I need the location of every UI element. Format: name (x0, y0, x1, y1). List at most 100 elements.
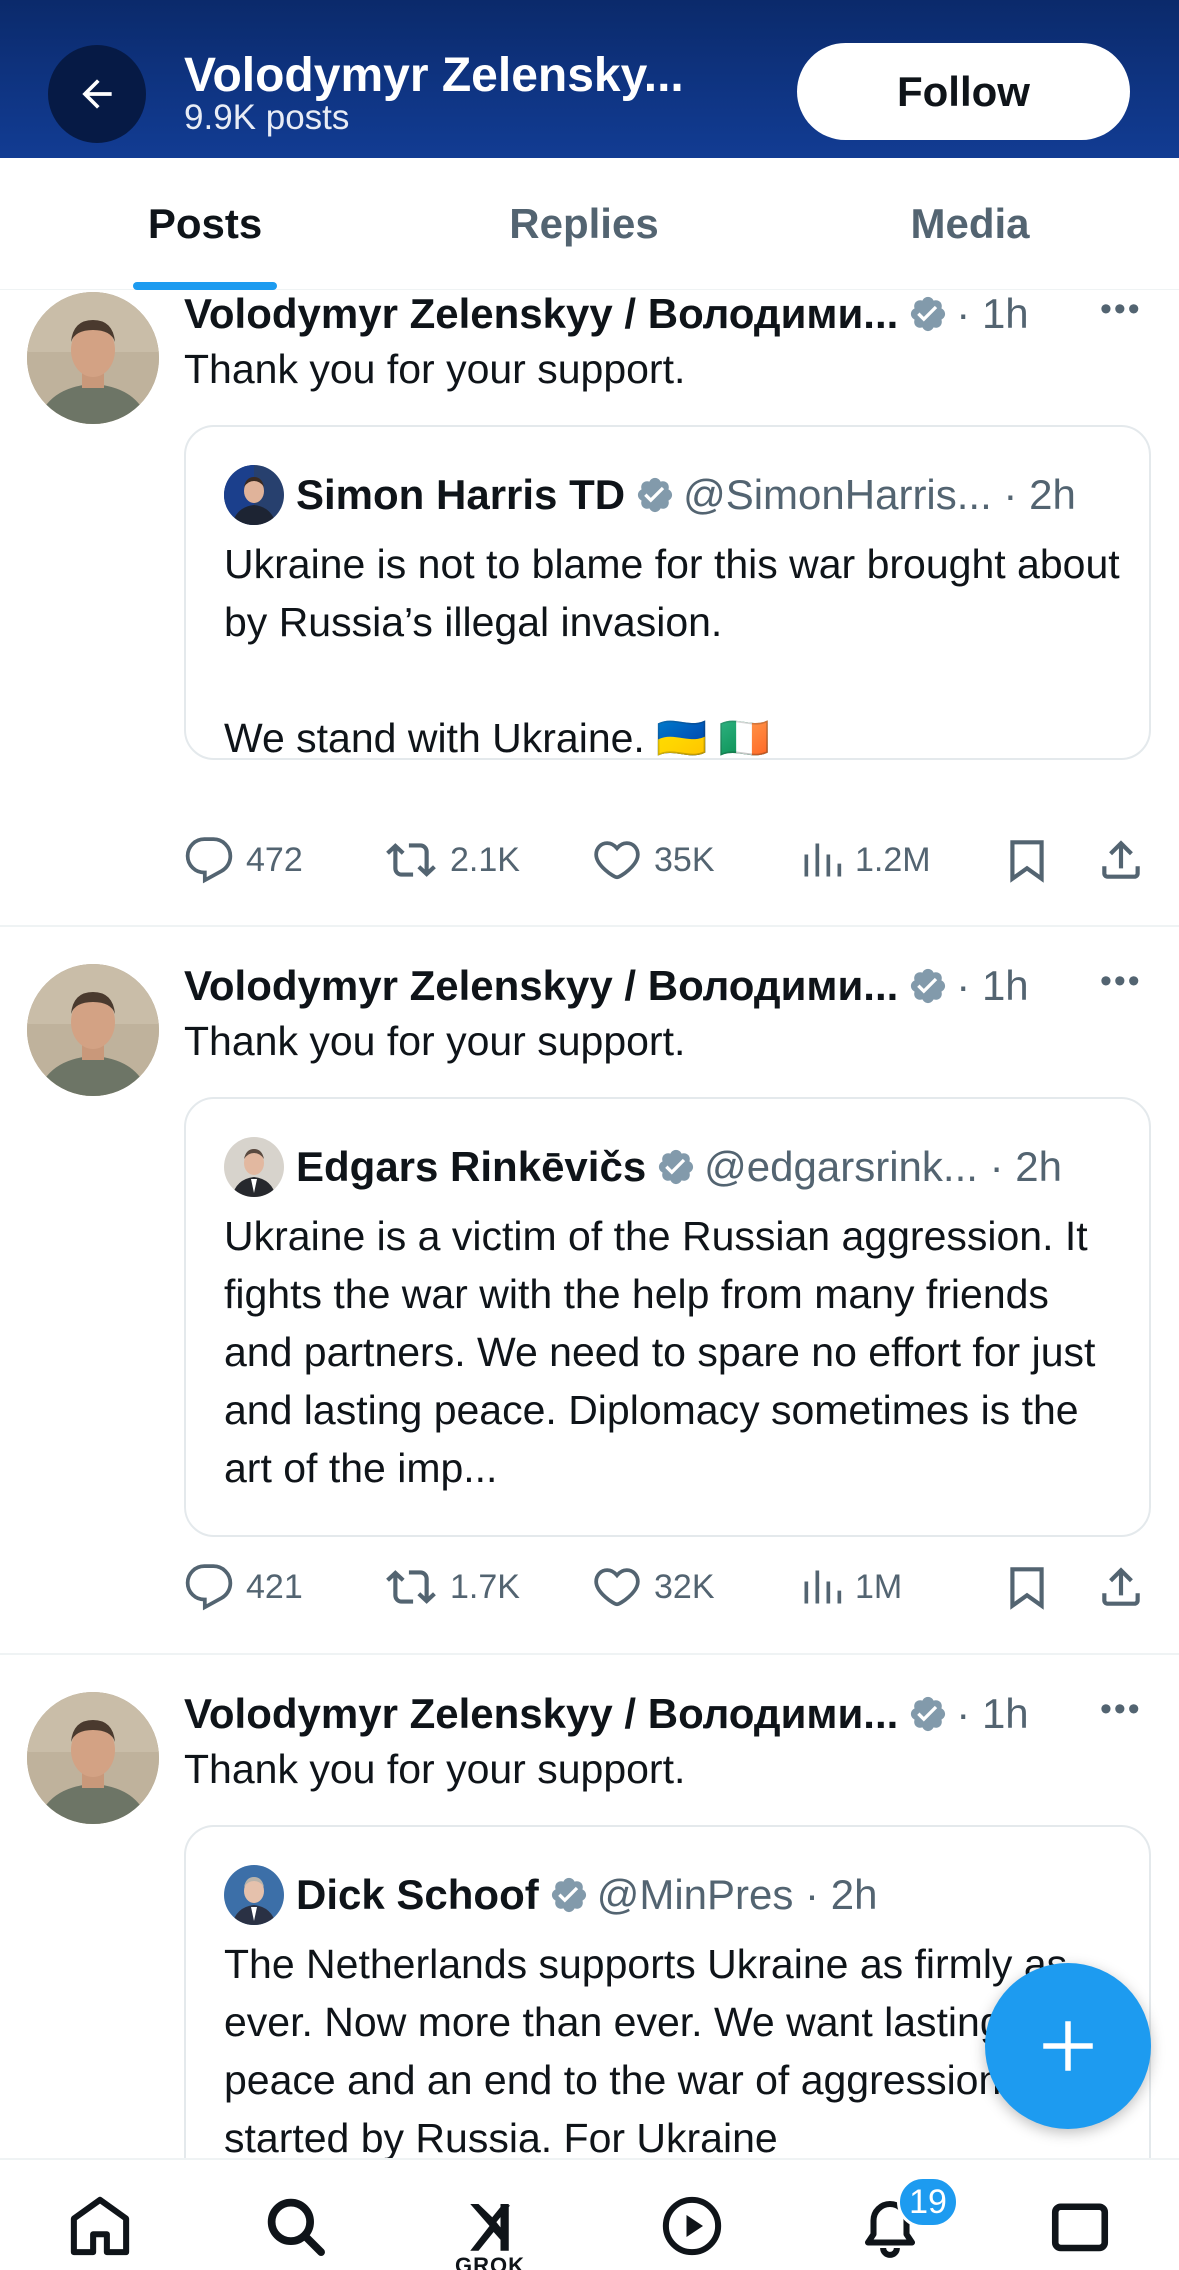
like-count: 35K (654, 840, 715, 879)
play-icon (662, 2196, 722, 2256)
avatar[interactable] (27, 292, 159, 424)
repost-icon (386, 843, 436, 877)
bookmark-button[interactable] (1002, 830, 1064, 890)
share-button[interactable] (1096, 830, 1158, 890)
author-name[interactable]: Volodymyr Zelenskyy / Володими... (184, 962, 898, 1010)
more-icon[interactable]: ••• (1100, 1690, 1142, 1729)
post-author-line: Volodymyr Zelenskyy / Володими... · 1h (184, 290, 1029, 338)
verified-badge-icon (911, 968, 946, 1004)
author-name[interactable]: Volodymyr Zelenskyy / Володими... (184, 290, 898, 338)
quote-author-name: Dick Schoof (296, 1871, 539, 1918)
reply-button[interactable]: 472 (184, 830, 303, 890)
post-divider (0, 1653, 1179, 1655)
post-text: Thank you for your support. (184, 1746, 686, 1792)
compose-button[interactable] (985, 1963, 1151, 2129)
verified-badge-icon (637, 477, 673, 513)
verified-badge-icon (659, 1149, 694, 1185)
post-text: Thank you for your support. (184, 346, 686, 392)
quote-header: Dick Schoof @MinPres · 2h (224, 1865, 877, 1925)
bookmark-icon (1010, 840, 1044, 883)
more-icon[interactable]: ••• (1100, 962, 1142, 1001)
nav-search[interactable] (255, 2186, 335, 2266)
quote-text: Ukraine is not to blame for this war bro… (224, 541, 1120, 760)
back-button[interactable] (48, 45, 146, 143)
search-icon (267, 2198, 325, 2256)
quote-author-name: Simon Harris TD (296, 471, 626, 518)
bookmark-icon (1010, 1567, 1044, 1610)
like-count: 32K (654, 1567, 715, 1606)
quote-handle: @SimonHarris... (683, 471, 992, 518)
reply-icon (185, 837, 233, 884)
tab-posts[interactable]: Posts (0, 158, 410, 290)
more-icon[interactable]: ••• (1100, 290, 1142, 329)
quote-time: 2h (830, 1871, 878, 1918)
bottom-navigation (0, 2158, 1179, 2270)
home-icon (70, 2196, 130, 2256)
reply-count: 472 (246, 840, 303, 879)
post-author-line: Volodymyr Zelenskyy / Володими... · 1h (184, 962, 1029, 1010)
reply-count: 421 (246, 1567, 303, 1606)
repost-icon (386, 1570, 436, 1604)
bookmark-button[interactable] (1002, 1557, 1064, 1617)
profile-tabs: Posts Replies Media (0, 158, 1179, 290)
nav-home[interactable] (60, 2186, 140, 2266)
quote-handle: @edgarsrink... (704, 1143, 978, 1190)
views-button[interactable]: 1M (799, 1557, 902, 1617)
back-arrow-icon (82, 79, 112, 109)
share-icon (1102, 840, 1140, 879)
like-icon (594, 1568, 640, 1607)
post-time: 1h (981, 1690, 1029, 1737)
nav-messages[interactable] (1040, 2186, 1120, 2266)
quote-handle: @MinPres (596, 1871, 794, 1918)
views-button[interactable]: 1.2M (799, 830, 931, 890)
avatar[interactable] (27, 1692, 159, 1824)
views-icon (804, 843, 842, 877)
quote-avatar (224, 465, 284, 525)
quote-author-name: Edgars Rinkēvičs (296, 1143, 647, 1190)
author-name[interactable]: Volodymyr Zelenskyy / Володими... (184, 1690, 898, 1738)
notifications-badge: 19 (897, 2176, 959, 2228)
post-text: Thank you for your support. (184, 1018, 686, 1064)
views-icon (804, 1570, 842, 1604)
avatar[interactable] (27, 964, 159, 1096)
post[interactable]: Volodymyr Zelenskyy / Володими... · 1h •… (0, 290, 1179, 925)
quote-time: 2h (1029, 471, 1076, 518)
messages-icon (1051, 2203, 1109, 2252)
tab-media[interactable]: Media (780, 158, 1160, 290)
post-actions: 472 2.1K 35K 1.2M (184, 830, 1154, 890)
profile-header: Volodymyr Zelensky... 9.9K posts Follow (0, 0, 1179, 158)
active-tab-indicator (133, 282, 277, 290)
follow-button[interactable]: Follow (797, 43, 1130, 140)
nav-video[interactable] (652, 2186, 732, 2266)
tab-replies[interactable]: Replies (395, 158, 773, 290)
post[interactable]: Volodymyr Zelenskyy / Володими... · 1h •… (0, 962, 1179, 1652)
quoted-post[interactable]: Edgars Rinkēvičs @edgarsrink... · 2h Ukr… (184, 1097, 1151, 1537)
verified-badge-icon (551, 1877, 586, 1913)
repost-button[interactable]: 1.7K (384, 1557, 520, 1617)
quote-avatar (224, 1137, 284, 1197)
posts-count: 9.9K posts (184, 98, 350, 137)
share-icon (1102, 1567, 1140, 1606)
views-count: 1M (855, 1567, 903, 1606)
repost-button[interactable]: 2.1K (384, 830, 520, 890)
verified-badge-icon (911, 1696, 946, 1732)
views-count: 1.2M (855, 840, 931, 879)
compose-plus-icon (1043, 2021, 1093, 2071)
grok-label: GROK (455, 2253, 525, 2270)
like-icon (594, 841, 640, 880)
like-button[interactable]: 35K (592, 830, 715, 890)
repost-count: 1.7K (450, 1567, 520, 1606)
post-actions: 421 1.7K 32K 1M (184, 1557, 1154, 1617)
reply-button[interactable]: 421 (184, 1557, 303, 1617)
post-time: 1h (981, 962, 1029, 1009)
profile-title: Volodymyr Zelensky... (184, 49, 684, 102)
post-divider (0, 925, 1179, 927)
post-time: 1h (981, 290, 1029, 337)
like-button[interactable]: 32K (592, 1557, 715, 1617)
quoted-post[interactable]: Simon Harris TD @SimonHarris... · 2h Ukr… (184, 425, 1151, 760)
reply-icon (185, 1564, 233, 1611)
quote-text: Ukraine is a victim of the Russian aggre… (224, 1213, 1096, 1491)
quote-avatar (224, 1865, 284, 1925)
quote-header: Simon Harris TD @SimonHarris... · 2h (224, 465, 1076, 525)
share-button[interactable] (1096, 1557, 1158, 1617)
